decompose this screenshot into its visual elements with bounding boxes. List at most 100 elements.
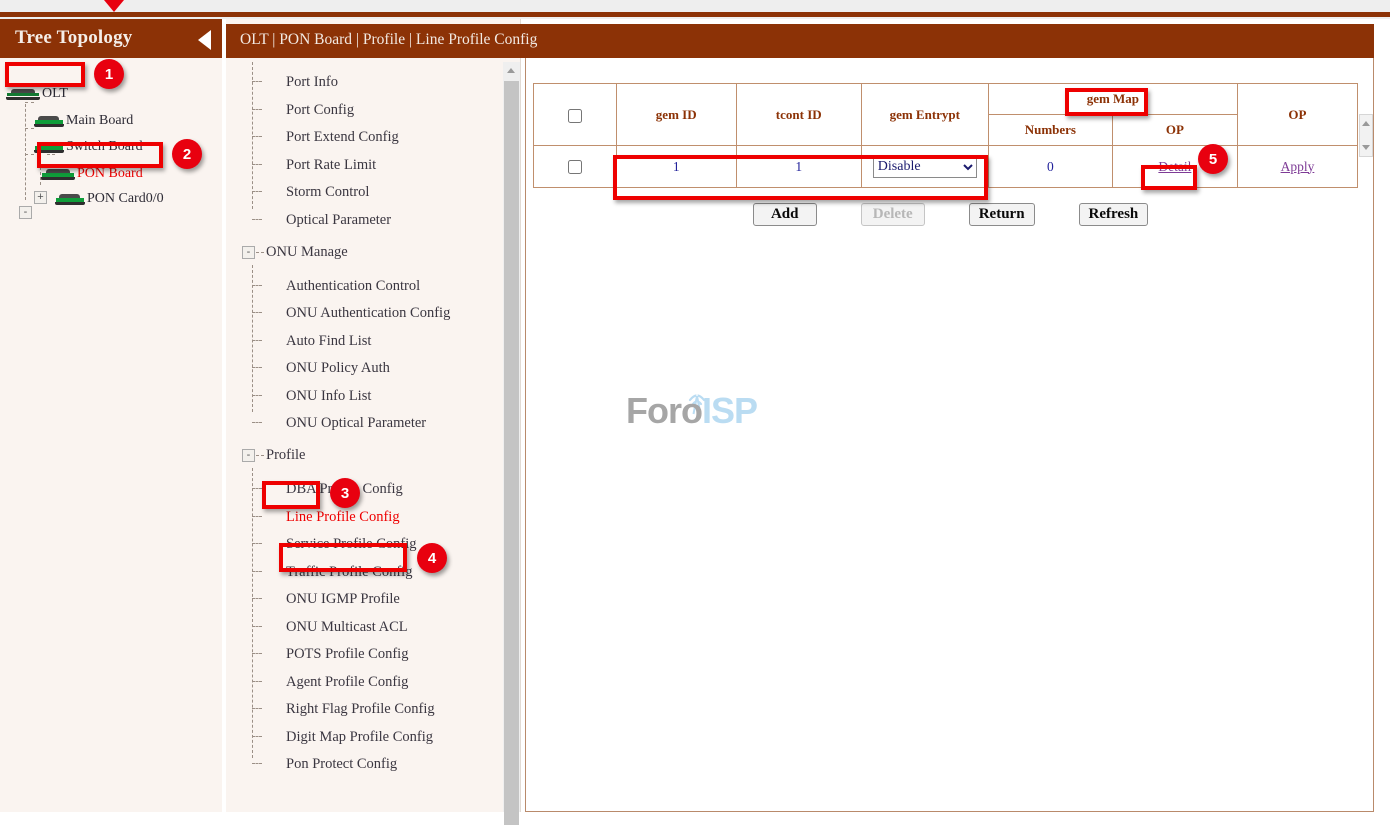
menu-connector (252, 395, 262, 396)
board-icon (34, 142, 64, 153)
tree-connector (25, 104, 26, 200)
menu-item-onu-multicast-acl[interactable]: ONU Multicast ACL (286, 619, 408, 636)
menu-connector (252, 468, 253, 758)
row-gem-map-numbers: 0 (988, 146, 1112, 188)
menu-item-port-info[interactable]: Port Info (286, 74, 338, 91)
board-icon (6, 89, 40, 100)
tree-node-pon-card-0-0[interactable]: PON Card0/0 (55, 188, 164, 210)
menu-connector (252, 488, 262, 489)
menu-group-profile[interactable]: Profile (266, 447, 305, 464)
select-all-checkbox[interactable] (568, 109, 582, 123)
menu-item-agent-profile-config[interactable]: Agent Profile Config (286, 674, 408, 691)
menu-scrollbar-thumb[interactable] (504, 81, 519, 825)
menu-item-dba-profile-config[interactable]: DBA Profile Config (286, 481, 403, 498)
add-button[interactable]: Add (753, 203, 817, 226)
tree-node-pon-board[interactable]: PON Board (41, 163, 143, 185)
tree-expander-pon-board[interactable]: - (19, 206, 32, 219)
row-checkbox[interactable] (568, 160, 582, 174)
menu-connector (256, 455, 264, 456)
menu-item-optical-parameter[interactable]: Optical Parameter (286, 212, 391, 229)
menu-connector (252, 626, 262, 627)
menu-connector (252, 422, 262, 423)
menu-connector (252, 265, 253, 412)
tree-node-label: Switch Board (64, 139, 143, 155)
tree-node-switch-board[interactable]: Switch Board (34, 136, 143, 158)
menu-connector (252, 708, 262, 709)
breadcrumb: OLT | PON Board | Profile | Line Profile… (240, 31, 537, 49)
menu-connector (252, 571, 262, 572)
menu-item-service-profile-config[interactable]: Service Profile Config (286, 536, 416, 553)
menu-item-onu-authentication-config[interactable]: ONU Authentication Config (286, 305, 450, 322)
menu-connector (252, 736, 262, 737)
table-row-scrollbar[interactable] (1359, 114, 1373, 157)
foroisp-watermark: ForoISP (626, 380, 786, 436)
scroll-down-arrow-icon[interactable] (1362, 145, 1370, 150)
scroll-up-arrow-icon[interactable] (503, 62, 520, 79)
action-button-row: Add Delete Return Refresh (526, 203, 1375, 226)
menu-group-onu-manage[interactable]: ONU Manage (266, 244, 348, 261)
menu-item-port-extend-config[interactable]: Port Extend Config (286, 129, 399, 146)
scroll-up-arrow-icon[interactable] (1362, 121, 1370, 126)
tree-node-main-board[interactable]: Main Board (34, 110, 133, 132)
menu-connector (252, 191, 262, 192)
menu-item-onu-info-list[interactable]: ONU Info List (286, 388, 371, 405)
menu-item-port-config[interactable]: Port Config (286, 102, 354, 119)
table-row: 1 1 Disable Enable 0 Detail Apply (534, 146, 1358, 188)
top-brand-rule (0, 12, 1390, 17)
collapse-left-arrow-icon[interactable] (198, 30, 211, 50)
header-gem-encrypt: gem Entrypt (861, 84, 988, 146)
menu-expander-profile[interactable]: - (242, 449, 255, 462)
tree-node-olt[interactable]: OLT (6, 83, 68, 105)
tree-topology-panel: Tree Topology OLT Main Board (0, 19, 222, 812)
menu-connector (252, 653, 262, 654)
row-detail-link[interactable]: Detail (1158, 159, 1191, 174)
menu-item-onu-igmp-profile[interactable]: ONU IGMP Profile (286, 591, 400, 608)
tree-topology-title: Tree Topology (15, 27, 133, 49)
menu-connector (252, 81, 262, 82)
row-gem-encrypt-cell: Disable Enable (861, 146, 988, 188)
header-tcont-id: tcont ID (736, 84, 861, 146)
tree-node-label: OLT (40, 86, 68, 102)
menu-connector (252, 136, 262, 137)
menu-item-digit-map-profile-config[interactable]: Digit Map Profile Config (286, 729, 433, 746)
watermark-text: ForoISP (626, 390, 757, 432)
menu-item-authentication-control[interactable]: Authentication Control (286, 278, 420, 295)
menu-item-auto-find-list[interactable]: Auto Find List (286, 333, 371, 350)
menu-item-line-profile-config[interactable]: Line Profile Config (286, 509, 400, 526)
header-gem-map-op: OP (1112, 115, 1237, 146)
menu-connector (252, 164, 262, 165)
gem-encrypt-select[interactable]: Disable Enable (873, 156, 977, 178)
menu-item-pon-protect-config[interactable]: Pon Protect Config (286, 756, 397, 773)
menu-item-port-rate-limit[interactable]: Port Rate Limit (286, 157, 376, 174)
menu-connector (252, 763, 262, 764)
menu-connector (256, 252, 264, 253)
menu-connector (252, 219, 262, 220)
row-gem-map-op-cell: Detail (1112, 146, 1237, 188)
menu-item-onu-optical-parameter[interactable]: ONU Optical Parameter (286, 415, 426, 432)
row-apply-link[interactable]: Apply (1281, 159, 1315, 174)
menu-scrollbar[interactable] (503, 62, 520, 812)
red-pointer-icon (104, 0, 124, 12)
board-icon (34, 116, 64, 127)
header-gem-map-numbers: Numbers (988, 115, 1112, 146)
content-header-bar: OLT | PON Board | Profile | Line Profile… (226, 24, 1374, 58)
menu-item-traffic-profile-config[interactable]: Traffic Profile Config (286, 564, 412, 581)
delete-button: Delete (861, 203, 925, 226)
row-gem-id: 1 (616, 146, 736, 188)
menu-item-pots-profile-config[interactable]: POTS Profile Config (286, 646, 408, 663)
menu-connector (252, 340, 262, 341)
tree-expander-pon-card[interactable]: + (34, 191, 47, 204)
menu-expander-onu-manage[interactable]: - (242, 246, 255, 259)
return-button[interactable]: Return (969, 203, 1035, 226)
refresh-button[interactable]: Refresh (1079, 203, 1149, 226)
navigation-menu-panel: - Port Port Info Port Config Port Extend… (226, 19, 521, 812)
row-op-cell: Apply (1237, 146, 1357, 188)
board-icon (41, 169, 75, 180)
row-tcont-id: 1 (736, 146, 861, 188)
menu-item-onu-policy-auth[interactable]: ONU Policy Auth (286, 360, 390, 377)
tree-node-label: PON Board (75, 166, 143, 182)
menu-item-storm-control[interactable]: Storm Control (286, 184, 369, 201)
menu-item-right-flag-profile-config[interactable]: Right Flag Profile Config (286, 701, 435, 718)
row-select-cell (534, 146, 617, 188)
header-gem-map: gem Map (988, 84, 1237, 115)
